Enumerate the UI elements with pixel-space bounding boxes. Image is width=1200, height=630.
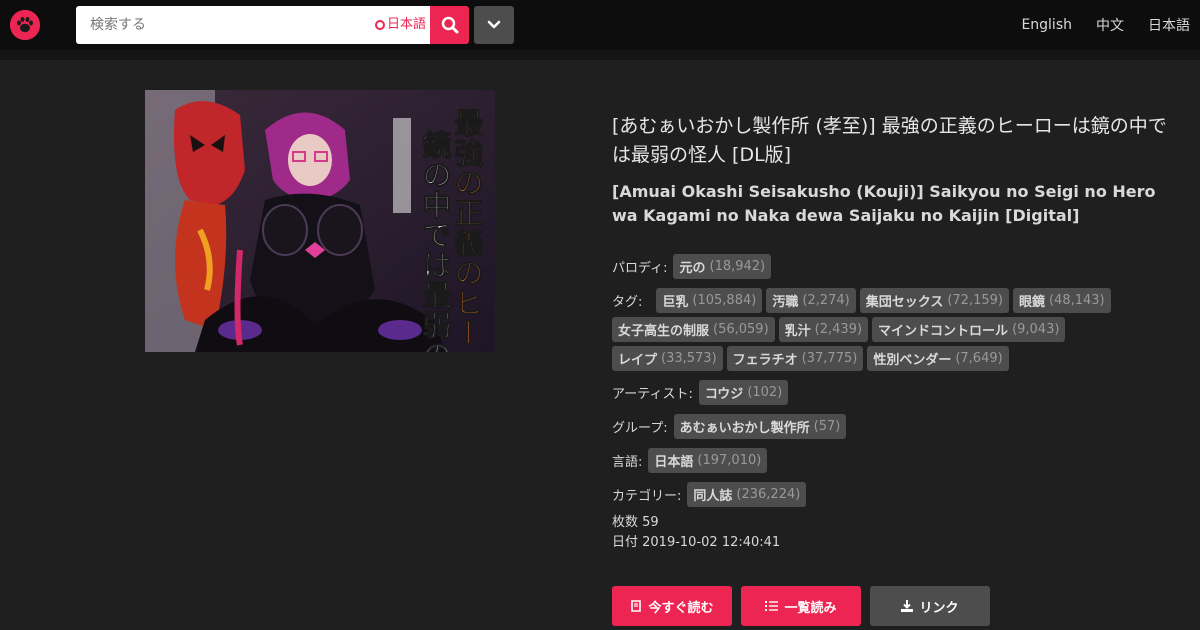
advanced-search-dropdown-button[interactable] (474, 6, 514, 44)
tag-name: 元の (679, 261, 706, 276)
tag-row-artist: アーティスト: コウジ (102) (612, 378, 790, 407)
tag-chip[interactable]: 乳汁 (2,439) (778, 317, 869, 342)
tag-chip[interactable]: 眼鏡 (48,143) (1012, 288, 1111, 313)
tag-chip[interactable]: フェラチオ (37,775) (726, 346, 864, 371)
tag-chip[interactable]: 女子高生の制服 (56,059) (612, 317, 775, 342)
cover-image: 最強の正義のヒーローは 鏡の中では最弱の怪人 (145, 90, 495, 352)
gallery-title-japanese: [あむぁいおかし製作所 (孝至)] 最強の正義のヒーローは鏡の中では最弱の怪人 … (612, 115, 1167, 166)
tag-count: (48,143) (1048, 293, 1105, 308)
tag-name: 性別ベンダー (873, 353, 952, 368)
search-language-label: 日本語 (386, 17, 426, 32)
tag-count: (105,884) (692, 293, 757, 308)
tag-label: パロディ: (612, 261, 668, 276)
download-link-button[interactable]: リンク (870, 586, 990, 626)
chevron-down-icon (487, 20, 501, 29)
tag-name: マインドコントロール (878, 324, 1009, 339)
search-input[interactable] (76, 6, 366, 44)
cover-title-line-1: 最強の正義のヒーローは (450, 108, 484, 352)
tag-name: 女子高生の制服 (618, 324, 710, 339)
tag-name: 集団セックス (865, 295, 944, 310)
tag-chip[interactable]: あむぁいおかし製作所 (57) (673, 414, 847, 439)
tag-row-parody: パロディ: 元の (18,942) (612, 252, 773, 281)
tag-name: コウジ (704, 387, 744, 402)
list-icon (765, 601, 779, 611)
tag-chip[interactable]: コウジ (102) (698, 380, 789, 405)
cover-title-line-2: 鏡の中では最弱の怪人 (418, 129, 452, 352)
book-icon (631, 600, 642, 612)
language-switcher: English 中文 日本語 (1021, 0, 1190, 50)
read-now-label: 今すぐ読む (648, 600, 714, 616)
tag-chip[interactable]: 集団セックス (72,159) (859, 288, 1009, 313)
tag-name: あむぁいおかし製作所 (679, 421, 810, 436)
gallery-cover[interactable]: 最強の正義のヒーローは 鏡の中では最弱の怪人 (145, 90, 495, 352)
link-label: リンク (919, 600, 959, 616)
tag-count: (9,043) (1012, 322, 1060, 337)
tag-count: (236,224) (736, 487, 801, 502)
gallery-info: [あむぁいおかし製作所 (孝至)] 最強の正義のヒーローは鏡の中では最弱の怪人 … (612, 112, 1172, 228)
language-link-japanese[interactable]: 日本語 (1148, 15, 1190, 35)
tag-count: (72,159) (947, 293, 1003, 308)
search-box: 日本語 (76, 6, 430, 44)
tag-chip[interactable]: 日本語 (197,010) (648, 448, 768, 473)
tag-label: タグ: (612, 295, 643, 310)
tag-name: レイプ (618, 353, 658, 368)
tag-name: 汚職 (772, 295, 799, 310)
tag-row-tags-cont-2: レイプ (33,573) フェラチオ (37,775) 性別ベンダー (7,64… (612, 344, 1013, 373)
tag-row-tags: タグ: 巨乳 (105,884) 汚職 (2,274) 集団セックス (72,1… (612, 286, 1152, 315)
top-navbar: 日本語 English 中文 日本語 (0, 0, 1200, 50)
tag-name: 眼鏡 (1018, 295, 1045, 310)
radio-ring-icon (374, 20, 385, 30)
language-link-english[interactable]: English (1021, 17, 1072, 33)
tag-chip[interactable]: マインドコントロール (9,043) (872, 317, 1066, 342)
tag-chip[interactable]: レイプ (33,573) (612, 346, 723, 371)
tag-label: カテゴリー: (612, 489, 682, 504)
search-language-toggle[interactable]: 日本語 (374, 6, 426, 44)
list-read-button[interactable]: 一覧読み (741, 586, 861, 626)
tag-row-group: グループ: あむぁいおかし製作所 (57) (612, 412, 848, 441)
tag-chip[interactable]: 巨乳 (105,884) (656, 288, 763, 313)
list-read-label: 一覧読み (784, 600, 837, 616)
tag-count: (37,775) (801, 351, 858, 366)
tag-count: (2,274) (802, 293, 850, 308)
tag-row-category: カテゴリー: 同人誌 (236,224) (612, 480, 808, 509)
tag-count: (56,059) (713, 322, 769, 337)
search-icon (441, 16, 458, 34)
tag-count: (102) (747, 385, 783, 400)
tag-label: アーティスト: (612, 387, 693, 402)
tag-count: (2,439) (814, 322, 863, 337)
tag-chip[interactable]: 同人誌 (236,224) (687, 482, 807, 507)
tag-chip[interactable]: 汚職 (2,274) (766, 288, 856, 313)
tag-name: 同人誌 (693, 489, 733, 504)
tag-chip[interactable]: 性別ベンダー (7,649) (867, 346, 1009, 371)
search-button[interactable] (430, 6, 469, 44)
tag-label: グループ: (612, 421, 668, 436)
tag-count: (197,010) (697, 453, 762, 468)
navbar-divider (0, 50, 1200, 60)
gallery-title-english: [Amuai Okashi Seisakusho (Kouji)] Saikyo… (612, 182, 1156, 225)
tag-label: 言語: (612, 455, 643, 470)
tag-count: (57) (813, 419, 841, 434)
tag-count: (33,573) (661, 351, 717, 366)
download-icon (901, 600, 914, 612)
upload-date: 日付 2019-10-02 12:40:41 (612, 535, 781, 550)
tag-name: 乳汁 (784, 324, 811, 339)
tag-name: フェラチオ (732, 353, 798, 368)
page-count: 枚数 59 (612, 515, 659, 530)
read-now-button[interactable]: 今すぐ読む (612, 586, 732, 626)
tag-chip[interactable]: 元の (18,942) (673, 254, 772, 279)
gallery-meta: 枚数 59 日付 2019-10-02 12:40:41 (612, 513, 780, 553)
tag-count: (7,649) (955, 351, 1003, 366)
tag-count: (18,942) (709, 259, 766, 274)
tag-name: 日本語 (654, 455, 694, 470)
tag-name: 巨乳 (662, 295, 689, 310)
tag-row-tags-cont-1: 女子高生の制服 (56,059) 乳汁 (2,439) マインドコントロール (… (612, 315, 1069, 344)
cat-paw-icon[interactable] (10, 10, 40, 40)
language-link-chinese[interactable]: 中文 (1096, 15, 1124, 35)
tag-row-language: 言語: 日本語 (197,010) (612, 446, 769, 475)
